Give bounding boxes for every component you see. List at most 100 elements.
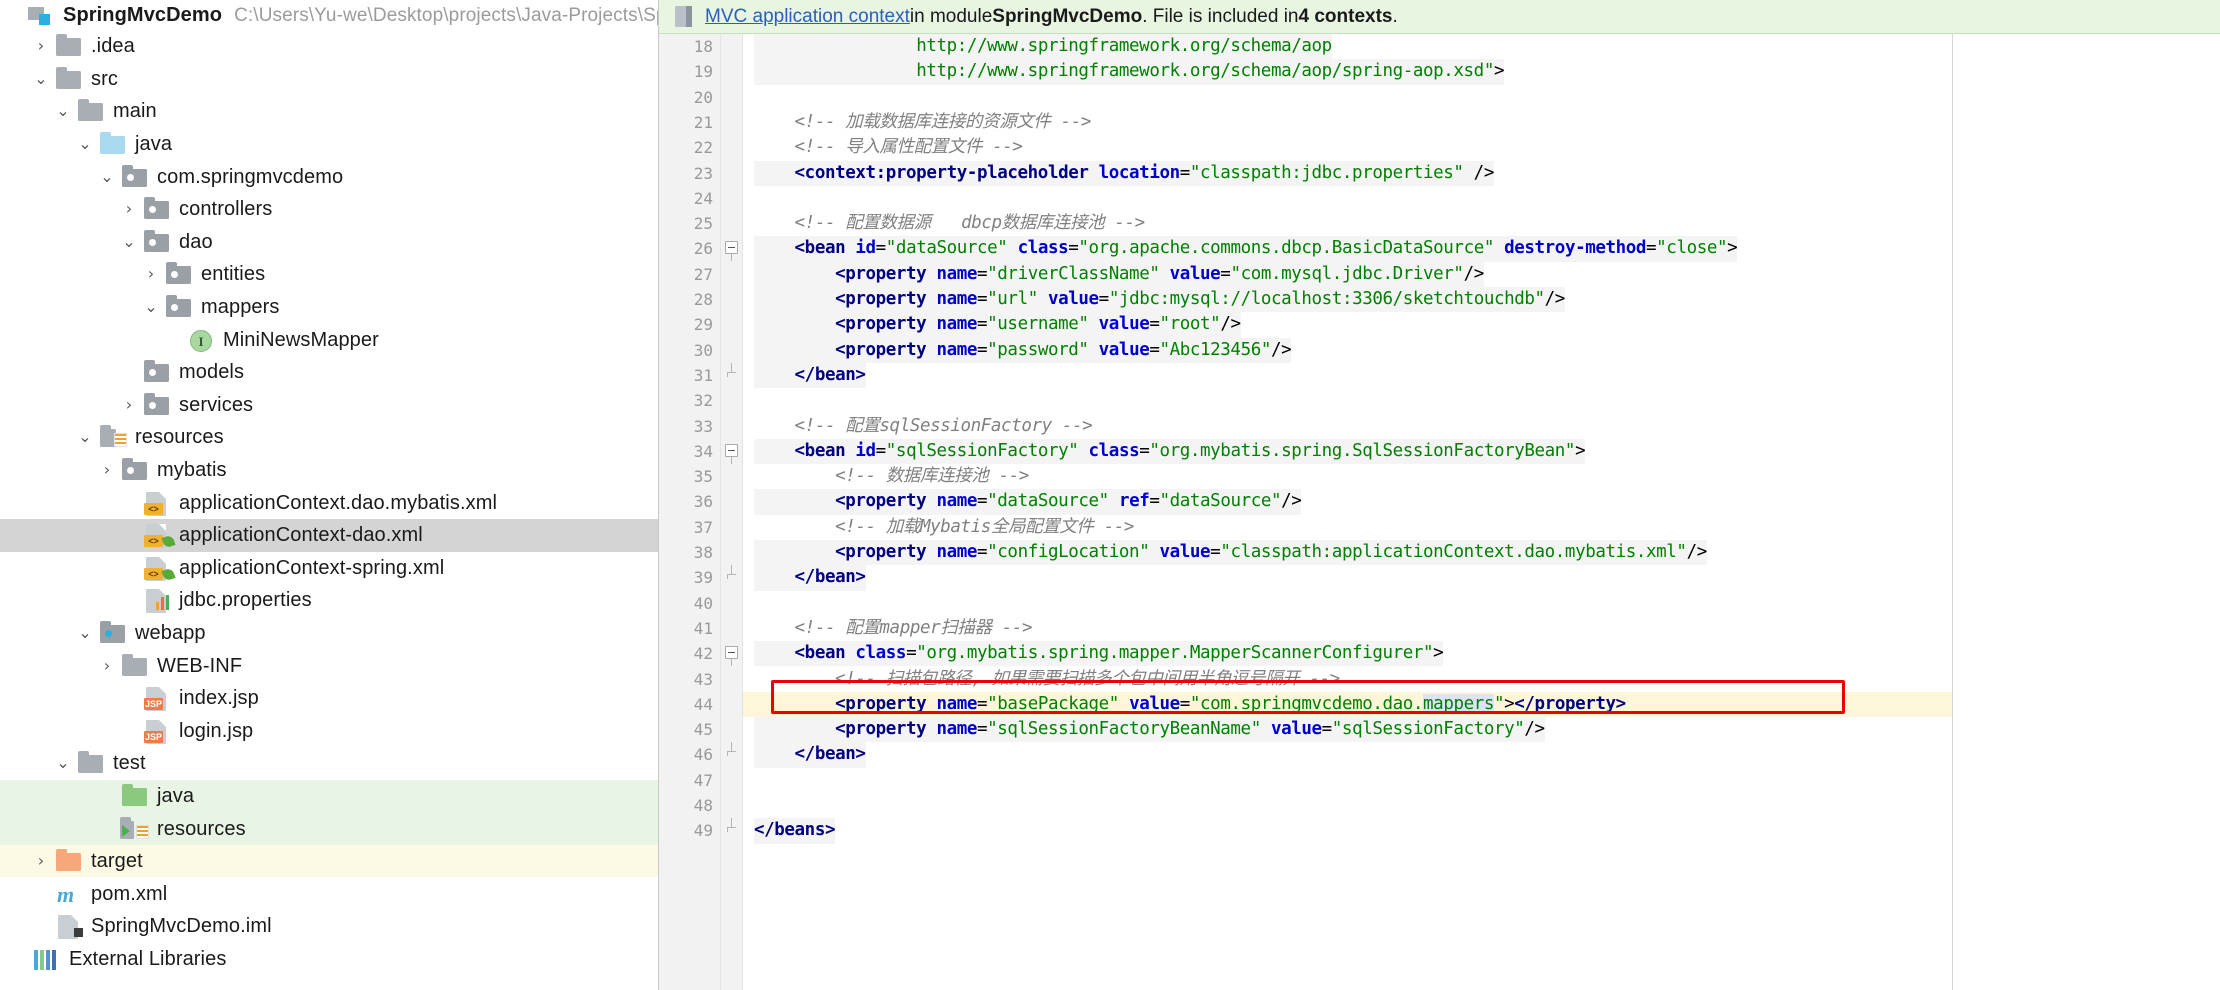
tree-node-web-inf[interactable]: › WEB-INF xyxy=(0,649,658,682)
tree-node-src[interactable]: ⌄ src xyxy=(0,63,658,96)
tree-node-label: mappers xyxy=(201,296,280,319)
tree-node-models[interactable]: ›models xyxy=(0,356,658,389)
collapse-arrow[interactable]: ⌄ xyxy=(72,136,98,152)
tree-node-label: applicationContext-dao.xml xyxy=(179,524,423,547)
tree-node-label: index.jsp xyxy=(179,687,259,710)
tree-node-java[interactable]: ›java xyxy=(0,779,658,813)
tree-node-controllers[interactable]: › controllers xyxy=(0,193,658,226)
tree-node-entities[interactable]: › entities xyxy=(0,258,658,291)
code-line-text: <property name="basePackage" value="com.… xyxy=(835,693,1626,714)
tree-node-label: java xyxy=(135,133,173,156)
tree-node-java[interactable]: ⌄ java xyxy=(0,128,658,161)
tree-node-test[interactable]: ⌄ test xyxy=(0,747,658,780)
code-line-text: <property name="password" value="Abc1234… xyxy=(754,337,1292,363)
tree-node-label: services xyxy=(179,393,254,416)
project-tool-window[interactable]: › SpringMvcDemo C:\Users\Yu-we\Desktop\p… xyxy=(0,0,659,990)
resource-icon xyxy=(98,425,128,449)
collapse-arrow[interactable]: ⌄ xyxy=(138,299,164,315)
tree-node-jdbc-properties[interactable]: ›jdbc.properties xyxy=(0,584,658,617)
tree-node-applicationcontext-spring-xml[interactable]: ›<>applicationContext-spring.xml xyxy=(0,552,658,585)
tree-node-dao[interactable]: ⌄ dao xyxy=(0,226,658,259)
expand-arrow[interactable]: › xyxy=(28,38,54,54)
code-line-text: <bean id="dataSource" class="org.apache.… xyxy=(754,236,1738,262)
tree-node-main[interactable]: ⌄ main xyxy=(0,95,658,128)
editor-right-margin xyxy=(1952,34,2220,990)
expand-arrow[interactable]: › xyxy=(116,201,142,217)
code-line-text: http://www.springframework.org/schema/ao… xyxy=(754,34,1332,60)
tree-node-webapp[interactable]: ⌄ webapp xyxy=(0,617,658,650)
tree-node-label: pom.xml xyxy=(91,882,168,905)
expand-arrow[interactable]: › xyxy=(138,266,164,282)
tree-node-applicationcontext-dao-xml[interactable]: ›<>applicationContext-dao.xml xyxy=(0,518,658,552)
expand-arrow[interactable]: › xyxy=(28,853,54,869)
package-icon xyxy=(142,229,172,254)
tree-node-applicationcontext-dao-mybatis-xml[interactable]: ›<>applicationContext.dao.mybatis.xml xyxy=(0,486,658,519)
tree-node-mininewsmapper[interactable]: ›IMiniNewsMapper xyxy=(0,323,658,356)
idea-window: › SpringMvcDemo C:\Users\Yu-we\Desktop\p… xyxy=(0,0,2220,990)
expand-arrow[interactable]: › xyxy=(94,657,120,674)
maven-icon: m xyxy=(57,881,75,907)
collapse-arrow[interactable]: ⌄ xyxy=(50,103,76,119)
tree-node-label: src xyxy=(91,67,118,90)
code-line-text: <property name="configLocation" value="c… xyxy=(754,540,1707,566)
package-icon xyxy=(164,262,194,286)
tree-node-label: com.springmvcdemo xyxy=(157,165,344,188)
collapse-arrow[interactable]: ⌄ xyxy=(72,624,98,641)
spring-context-notification-banner: MVC application context in module Spring… xyxy=(659,0,2220,34)
tree-node-label: resources xyxy=(135,426,224,449)
code-line-text: http://www.springframework.org/schema/ao… xyxy=(754,59,1504,85)
tree-node-com-springmvcdemo[interactable]: ⌄ com.springmvcdemo xyxy=(0,160,658,193)
folder-gray-icon xyxy=(54,34,84,58)
tree-node-pom-xml[interactable]: ›mpom.xml xyxy=(0,877,658,910)
code-line-text: <!-- 加载数据库连接的资源文件 --> xyxy=(754,111,1092,132)
collapse-arrow[interactable]: ⌄ xyxy=(116,233,142,250)
expand-arrow[interactable]: › xyxy=(94,462,120,478)
collapse-arrow[interactable]: ⌄ xyxy=(72,429,98,445)
properties-icon xyxy=(142,588,172,614)
code-line-text: <property name="dataSource" ref="dataSou… xyxy=(754,489,1302,515)
project-root-path: C:\Users\Yu-we\Desktop\projects\Java-Pro… xyxy=(234,4,659,26)
xml-spring-icon: <> xyxy=(142,556,176,582)
tree-node-label: test xyxy=(113,752,146,775)
tree-node-label: login.jsp xyxy=(179,719,254,742)
code-line-text: <!-- 配置sqlSessionFactory --> xyxy=(754,415,1093,436)
expand-arrow[interactable]: › xyxy=(116,396,142,413)
xml-spring-icon: <> xyxy=(142,523,176,549)
folder-orange-icon xyxy=(54,849,84,873)
module-icon xyxy=(26,3,56,27)
folder-blue-icon xyxy=(98,132,128,156)
folder-gray-icon xyxy=(54,66,84,91)
package-icon xyxy=(142,360,172,384)
code-line-text: <property name="sqlSessionFactoryBeanNam… xyxy=(754,717,1545,743)
project-tree[interactable]: › .idea ⌄ src ⌄ main ⌄ java ⌄ com.springmvcdemo › c… xyxy=(0,30,658,975)
tree-node-mappers[interactable]: ⌄ mappers xyxy=(0,291,658,324)
tree-node-login-jsp[interactable]: ›JSPlogin.jsp xyxy=(0,714,658,747)
package-icon xyxy=(164,295,194,319)
tree-node-resources[interactable]: ⌄ resources xyxy=(0,421,658,454)
tree-node-label: resources xyxy=(157,817,246,840)
collapse-arrow[interactable]: ⌄ xyxy=(50,755,76,771)
tree-node--idea[interactable]: › .idea xyxy=(0,30,658,63)
tree-node-index-jsp[interactable]: ›JSPindex.jsp xyxy=(0,682,658,715)
code-editor[interactable]: 18 19 20 21 22 23 24 25 26 27 28 29 30 31 32 33 34 35 36 37… xyxy=(659,34,2220,990)
mvc-application-context-link[interactable]: MVC application context xyxy=(705,6,910,28)
notification-text-3: . xyxy=(1392,5,1398,27)
tree-node-resources[interactable]: ›resources xyxy=(0,812,658,845)
tree-node-target[interactable]: › target xyxy=(0,844,658,878)
collapse-arrow[interactable]: ⌄ xyxy=(28,70,54,87)
package-icon xyxy=(142,197,172,221)
tree-node-services[interactable]: › services xyxy=(0,389,658,422)
folder-gray-icon xyxy=(76,99,106,123)
tree-node-mybatis[interactable]: › mybatis xyxy=(0,454,658,487)
notification-contexts-count: 4 contexts xyxy=(1298,5,1393,27)
code-line-text: <bean class="org.mybatis.spring.mapper.M… xyxy=(754,641,1444,667)
tree-node-external-libraries[interactable]: ›External Libraries xyxy=(0,943,658,976)
tree-node-label: MiniNewsMapper xyxy=(223,328,379,351)
test-resource-icon xyxy=(120,816,150,841)
tree-node-springmvcdemo-iml[interactable]: ›SpringMvcDemo.iml xyxy=(0,910,658,943)
tree-node-label: main xyxy=(113,100,157,123)
code-line-text: <property name="username" value="root"/> xyxy=(754,312,1241,338)
project-root-row[interactable]: › SpringMvcDemo C:\Users\Yu-we\Desktop\p… xyxy=(0,0,658,30)
collapse-arrow[interactable]: ⌄ xyxy=(94,168,120,185)
spring-context-icon xyxy=(673,5,695,29)
